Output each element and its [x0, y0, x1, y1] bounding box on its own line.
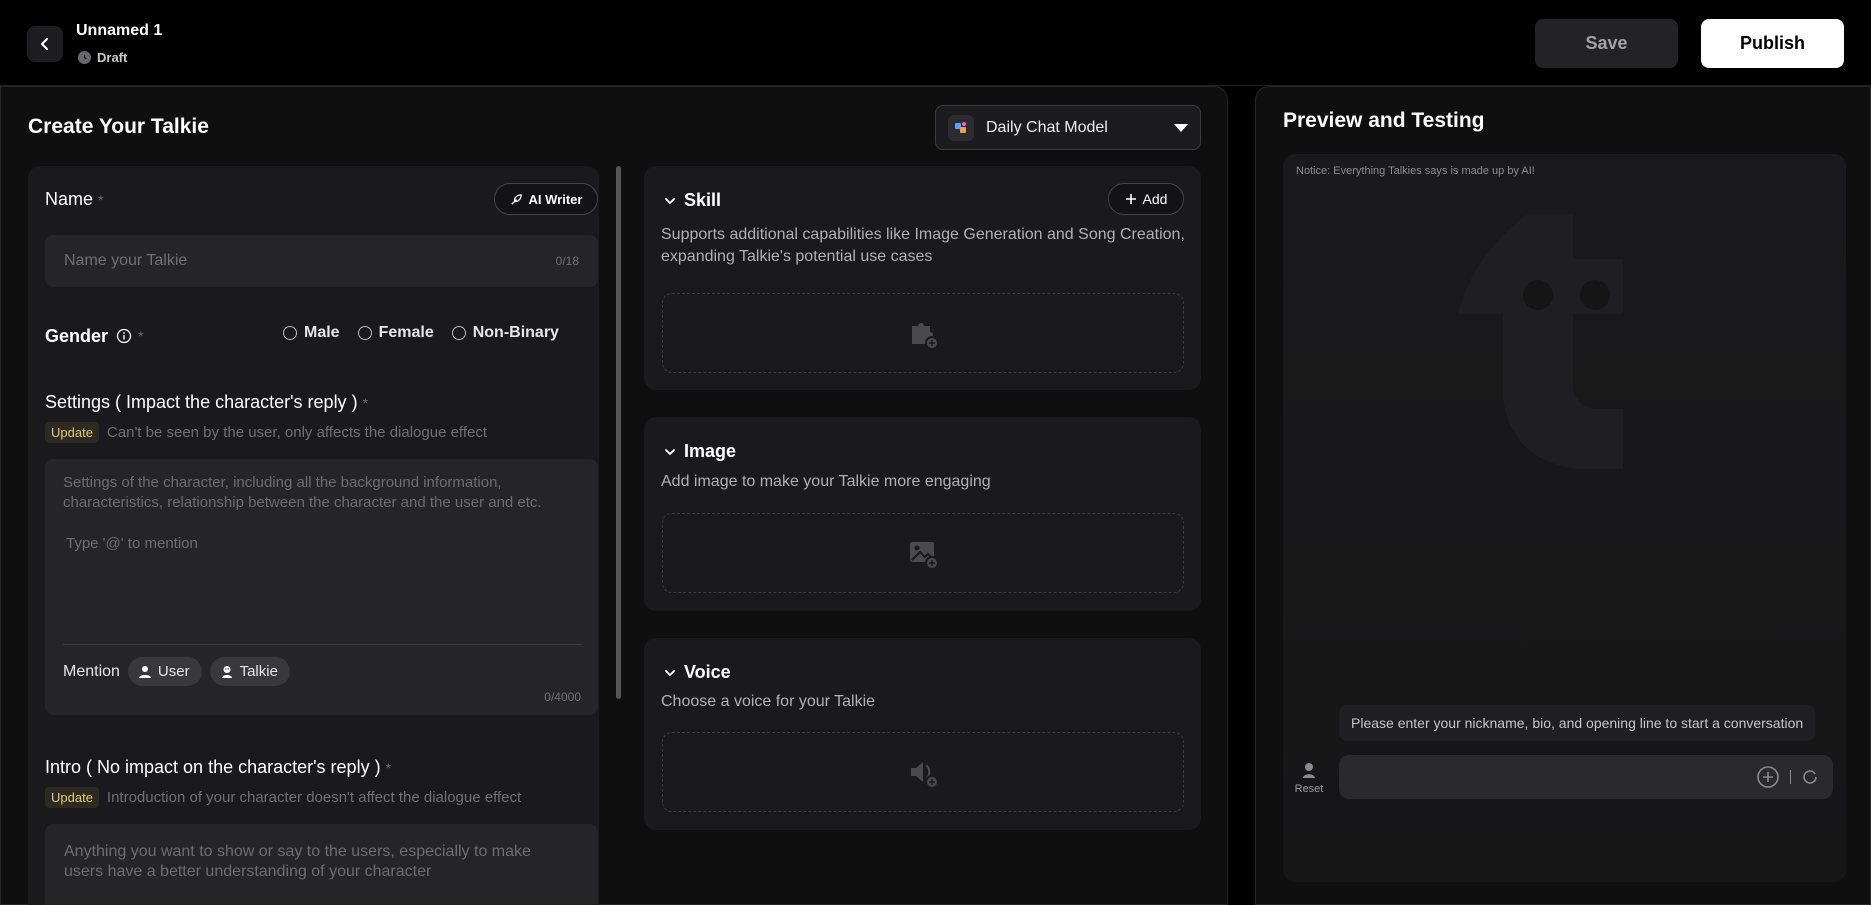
user-icon: [138, 665, 151, 678]
chat-input-actions: [1756, 765, 1819, 789]
preview-chat: Notice: Everything Talkies says is made …: [1283, 154, 1846, 882]
voice-description: Choose a voice for your Talkie: [661, 693, 876, 710]
intro-placeholder: Anything you want to show or say to the …: [64, 843, 531, 880]
feather-pen-icon: [510, 193, 522, 205]
talkie-logo-watermark: [1458, 214, 1623, 469]
clock-icon: [78, 51, 91, 64]
update-tag: Update: [45, 787, 99, 808]
draft-name: Unnamed 1: [76, 22, 163, 39]
ai-writer-label: AI Writer: [528, 191, 583, 207]
image-title: Image: [684, 441, 737, 461]
chevron-down-icon: [665, 669, 675, 676]
gender-option-male[interactable]: Male: [283, 324, 340, 342]
gender-option-female[interactable]: Female: [357, 324, 434, 342]
back-button[interactable]: [27, 26, 63, 62]
mention-row: Mention User Talkie: [63, 657, 290, 686]
mention-label: Mention: [63, 662, 120, 680]
mention-chip-talkie[interactable]: Talkie: [209, 657, 290, 686]
plus-icon: [1125, 194, 1136, 204]
image-add-icon: [910, 542, 939, 570]
editor-panel: Create Your Talkie Daily Chat Model Name…: [0, 86, 1228, 905]
plus-circle-icon[interactable]: [1756, 765, 1780, 789]
image-section: Image Add image to make your Talkie more…: [644, 417, 1201, 611]
settings-placeholder: Settings of the character, including all…: [63, 474, 542, 511]
gender-label: Gender: [45, 325, 109, 346]
start-prompt: Please enter your nickname, bio, and ope…: [1339, 705, 1816, 741]
name-label: Name *: [45, 189, 104, 209]
skill-title: Skill: [684, 190, 722, 210]
settings-divider: [63, 644, 582, 645]
chevron-down-icon: [665, 197, 675, 204]
ai-notice: Notice: Everything Talkies says is made …: [1296, 165, 1535, 177]
reset-button[interactable]: Reset: [1294, 761, 1324, 795]
preview-panel: Preview and Testing Notice: Everything T…: [1255, 86, 1871, 905]
puzzle-add-icon: [912, 323, 939, 350]
reset-icon: [1303, 763, 1317, 778]
info-icon[interactable]: [116, 328, 132, 344]
image-description: Add image to make your Talkie more engag…: [661, 473, 991, 490]
mention-chip-user[interactable]: User: [127, 657, 202, 686]
settings-label: Settings ( Impact the character's reply …: [45, 392, 369, 412]
gender-option-non-binary[interactable]: Non-Binary: [451, 324, 559, 342]
chevron-left-icon: [41, 38, 48, 50]
chat-input[interactable]: [1353, 769, 1756, 785]
radio-circle: [283, 326, 297, 340]
preview-title: Preview and Testing: [1283, 109, 1485, 132]
character-form: Name * AI Writer 0/18 Gender * Male Fema…: [28, 166, 599, 905]
intro-textarea[interactable]: Anything you want to show or say to the …: [45, 824, 598, 905]
skill-section: Skill Add Supports additional capabiliti…: [644, 166, 1201, 390]
form-scrollbar[interactable]: [616, 166, 621, 699]
chat-input-bar: [1339, 755, 1833, 799]
ai-writer-button[interactable]: AI Writer: [494, 183, 598, 215]
skill-toggle[interactable]: Skill: [664, 190, 721, 211]
radio-circle: [451, 326, 466, 340]
radio-circle: [357, 326, 372, 340]
speaker-add-icon: [911, 762, 939, 789]
update-tag: Update: [45, 422, 99, 443]
skill-dropzone[interactable]: [662, 293, 1184, 373]
voice-toggle[interactable]: Voice: [664, 662, 731, 683]
draft-status: Draft: [78, 50, 127, 65]
settings-counter: 0/4000: [544, 690, 581, 704]
voice-section: Voice Choose a voice for your Talkie: [644, 638, 1201, 830]
model-logo-icon: [948, 114, 974, 141]
intro-hint: Update Introduction of your character do…: [45, 787, 521, 808]
draft-status-label: Draft: [97, 50, 128, 65]
caret-down-icon: [1174, 123, 1188, 132]
skill-description: Supports additional capabilities like Im…: [661, 226, 1185, 265]
publish-button[interactable]: Publish: [1701, 19, 1844, 68]
name-input-wrapper: 0/18: [45, 235, 598, 287]
save-button[interactable]: Save: [1535, 19, 1678, 68]
image-toggle[interactable]: Image: [664, 441, 736, 462]
voice-title: Voice: [684, 662, 731, 682]
name-counter: 0/18: [555, 254, 579, 268]
refresh-icon[interactable]: [1801, 768, 1819, 786]
chat-input-separator: [1790, 770, 1791, 784]
mention-hint: Type '@' to mention: [66, 535, 198, 552]
editor-title: Create Your Talkie: [28, 115, 209, 138]
gender-options: Male Female Non-Binary: [283, 324, 559, 342]
chevron-down-icon: [665, 448, 675, 455]
intro-label: Intro ( No impact on the character's rep…: [45, 757, 392, 777]
model-select[interactable]: Daily Chat Model: [935, 105, 1201, 150]
name-input[interactable]: [64, 252, 556, 270]
gender-row: Gender * Male Female Non-Binary: [45, 324, 595, 348]
top-bar: Unnamed 1 Draft Save Publish: [0, 0, 1871, 86]
add-skill-button[interactable]: Add: [1108, 183, 1184, 215]
model-name: Daily Chat Model: [986, 118, 1108, 136]
image-dropzone[interactable]: [662, 513, 1184, 593]
settings-hint: Update Can't be seen by the user, only a…: [45, 422, 487, 443]
gender-required: *: [138, 328, 144, 344]
talkie-icon: [221, 665, 232, 678]
settings-textarea[interactable]: Settings of the character, including all…: [45, 459, 598, 715]
voice-dropzone[interactable]: [662, 732, 1184, 812]
